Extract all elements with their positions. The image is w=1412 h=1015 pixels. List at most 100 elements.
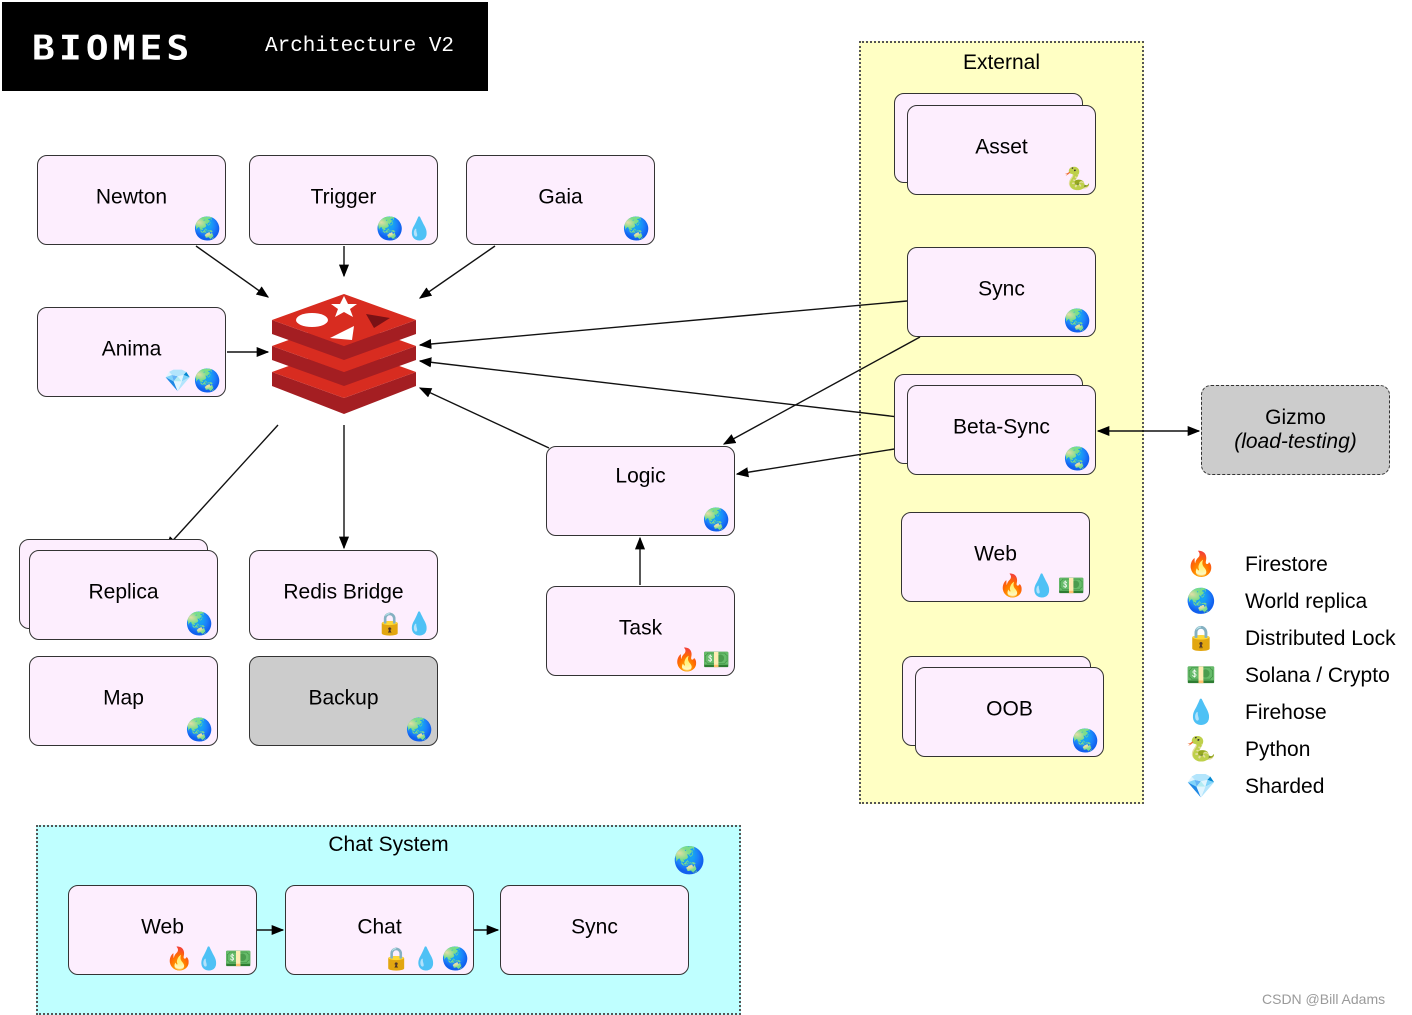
edge-gaia-redis bbox=[418, 245, 496, 299]
node-gizmo[interactable]: Gizmo (load-testing) bbox=[1201, 385, 1390, 475]
globe-icon: 🌏 bbox=[193, 368, 221, 393]
external-group-title: External bbox=[962, 51, 1041, 74]
droplet-icon: 💧 bbox=[1186, 699, 1216, 726]
title-banner: BIOMES Architecture V2 bbox=[2, 2, 488, 91]
node-label: Sync bbox=[571, 915, 618, 939]
legend-label: Solana / Crypto bbox=[1245, 664, 1390, 687]
biomes-logo: BIOMES bbox=[32, 28, 194, 68]
diagram-subtitle: Architecture V2 bbox=[265, 35, 455, 58]
node-task[interactable]: Task 🔥 💵 bbox=[546, 586, 735, 676]
lock-icon: 🔒 bbox=[376, 611, 404, 636]
globe-icon: 🌏 bbox=[376, 216, 404, 241]
legend-item-sharded: 💎 Sharded bbox=[1186, 770, 1411, 807]
node-label: Trigger bbox=[310, 185, 377, 209]
droplet-icon: 💧 bbox=[405, 611, 433, 636]
node-sync[interactable]: Sync 🌏 bbox=[907, 247, 1096, 337]
droplet-icon: 💧 bbox=[1028, 573, 1056, 598]
watermark: CSDN @Bill Adams bbox=[1262, 991, 1386, 1007]
node-label: Redis Bridge bbox=[283, 580, 404, 604]
redis-logo-icon bbox=[272, 294, 416, 414]
node-label: Map bbox=[103, 686, 144, 710]
node-label: Beta-Sync bbox=[953, 415, 1050, 439]
node-label: Chat bbox=[357, 915, 402, 939]
node-label: Replica bbox=[88, 580, 159, 604]
node-label: Asset bbox=[975, 135, 1028, 159]
droplet-icon: 💧 bbox=[195, 946, 223, 971]
node-chat[interactable]: Chat 🔒 💧 🌏 bbox=[285, 885, 474, 975]
legend-item-world-replica: 🌏 World replica bbox=[1186, 585, 1411, 622]
globe-icon: 🌏 bbox=[1063, 308, 1091, 333]
legend-item-firestore: 🔥 Firestore bbox=[1186, 548, 1411, 585]
edge-newton-redis bbox=[195, 245, 270, 298]
node-label: Anima bbox=[101, 337, 162, 361]
node-label: Logic bbox=[615, 464, 666, 488]
node-beta-sync[interactable]: Beta-Sync 🌏 bbox=[907, 385, 1096, 475]
fire-icon: 🔥 bbox=[998, 573, 1027, 598]
gizmo-label: Gizmo bbox=[1265, 406, 1326, 429]
snake-icon: 🐍 bbox=[1063, 166, 1091, 191]
legend-label: Python bbox=[1245, 738, 1311, 761]
node-label: Gaia bbox=[538, 185, 583, 209]
legend-item-distributed-lock: 🔒 Distributed Lock bbox=[1186, 622, 1411, 659]
node-chat-web[interactable]: Web 🔥 💧 💵 bbox=[68, 885, 257, 975]
edge-betasync-redis bbox=[418, 357, 908, 419]
legend-label: World replica bbox=[1245, 590, 1368, 613]
legend-label: Distributed Lock bbox=[1245, 627, 1396, 650]
edge-sync-redis bbox=[418, 300, 908, 349]
legend-label: Sharded bbox=[1245, 775, 1325, 798]
snake-icon: 🐍 bbox=[1186, 736, 1216, 763]
droplet-icon: 💧 bbox=[412, 946, 440, 971]
globe-icon: 🌏 bbox=[1063, 446, 1091, 471]
globe-icon: 🌏 bbox=[702, 507, 730, 532]
node-chat-sync[interactable]: Sync bbox=[500, 885, 689, 975]
globe-icon: 🌏 bbox=[673, 845, 706, 875]
globe-icon: 🌏 bbox=[622, 216, 650, 241]
edge-logic-redis bbox=[418, 387, 550, 449]
gizmo-sublabel: (load-testing) bbox=[1234, 430, 1357, 453]
money-icon: 💵 bbox=[1186, 662, 1216, 689]
legend-label: Firestore bbox=[1245, 553, 1328, 576]
globe-icon: 🌏 bbox=[1071, 728, 1099, 753]
globe-icon: 🌏 bbox=[185, 717, 213, 742]
globe-icon: 🌏 bbox=[441, 946, 469, 971]
fire-icon: 🔥 bbox=[673, 647, 701, 672]
globe-icon: 🌏 bbox=[1186, 588, 1216, 615]
node-oob[interactable]: OOB 🌏 bbox=[915, 667, 1104, 757]
node-backup[interactable]: Backup 🌏 bbox=[249, 656, 438, 746]
node-asset[interactable]: Asset 🐍 bbox=[907, 105, 1096, 195]
node-newton[interactable]: Newton 🌏 bbox=[37, 155, 226, 245]
node-redis-bridge[interactable]: Redis Bridge 🔒 💧 bbox=[249, 550, 438, 640]
node-map[interactable]: Map 🌏 bbox=[29, 656, 218, 746]
gem-icon: 💎 bbox=[164, 368, 192, 393]
legend-label: Firehose bbox=[1245, 701, 1327, 724]
edge-redis-replica bbox=[165, 424, 279, 549]
legend-item-solana: 💵 Solana / Crypto bbox=[1186, 659, 1411, 696]
node-trigger[interactable]: Trigger 🌏 💧 bbox=[249, 155, 438, 245]
globe-icon: 🌏 bbox=[405, 717, 433, 742]
node-replica[interactable]: Replica 🌏 bbox=[29, 550, 218, 640]
money-icon: 💵 bbox=[702, 647, 730, 672]
legend: 🔥 Firestore 🌏 World replica 🔒 Distribute… bbox=[1186, 548, 1411, 807]
droplet-icon: 💧 bbox=[405, 216, 433, 241]
node-label: OOB bbox=[986, 697, 1033, 721]
globe-icon: 🌏 bbox=[193, 216, 221, 241]
node-anima[interactable]: Anima 💎 🌏 bbox=[37, 307, 226, 397]
gem-icon: 💎 bbox=[1186, 773, 1216, 800]
lock-icon: 🔒 bbox=[1186, 625, 1216, 652]
fire-icon: 🔥 bbox=[165, 946, 194, 971]
node-label: Web bbox=[141, 915, 184, 939]
chat-system-title: Chat System bbox=[328, 833, 449, 856]
money-icon: 💵 bbox=[224, 946, 252, 971]
node-label: Newton bbox=[95, 185, 168, 209]
node-label: Task bbox=[618, 616, 663, 640]
node-external-web[interactable]: Web 🔥 💧 💵 bbox=[901, 512, 1090, 602]
node-gaia[interactable]: Gaia 🌏 bbox=[466, 155, 655, 245]
fire-icon: 🔥 bbox=[1186, 551, 1216, 578]
node-label: Web bbox=[974, 542, 1017, 566]
money-icon: 💵 bbox=[1057, 573, 1085, 598]
legend-item-python: 🐍 Python bbox=[1186, 733, 1411, 770]
lock-icon: 🔒 bbox=[382, 946, 411, 971]
node-label: Backup bbox=[308, 686, 379, 710]
node-label: Gizmo (load-testing) bbox=[1202, 406, 1389, 454]
node-logic[interactable]: Logic 🌏 bbox=[546, 446, 735, 536]
